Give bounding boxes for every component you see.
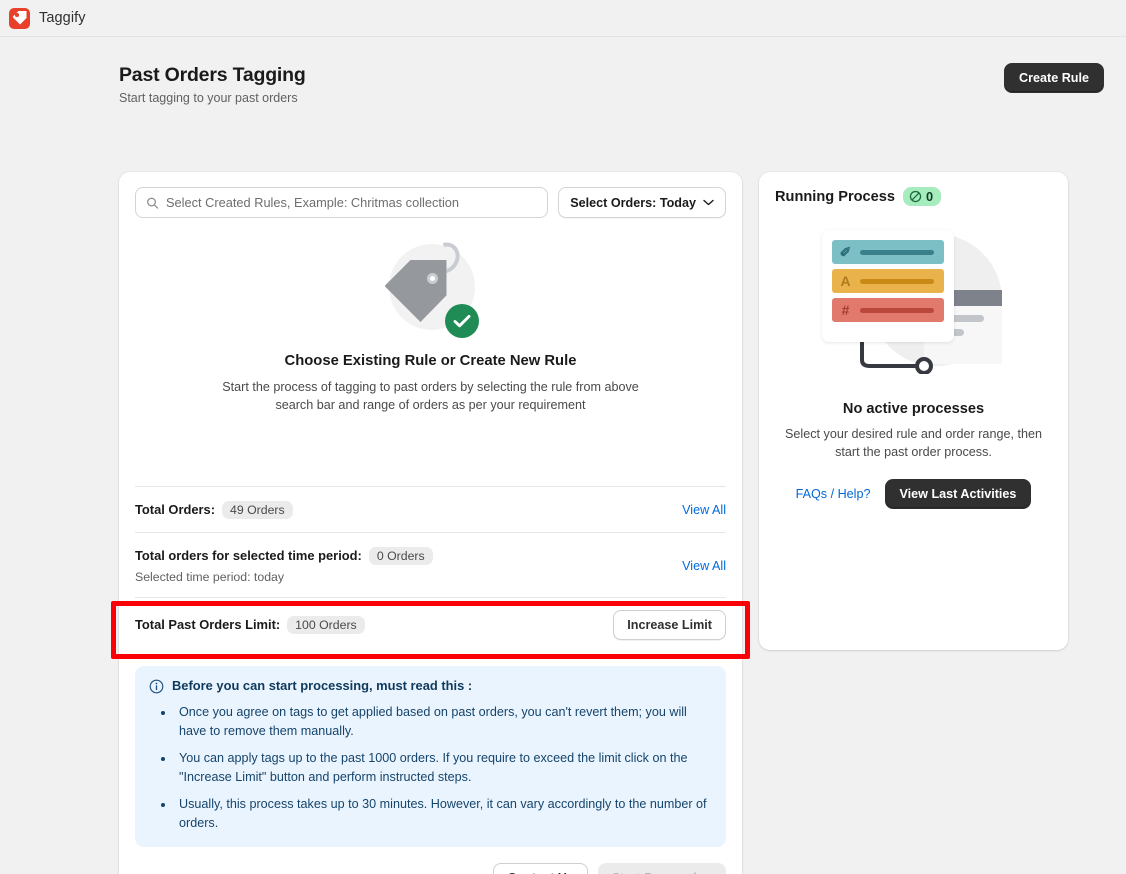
banner-list-item: Usually, this process takes up to 30 min… (175, 795, 712, 833)
total-orders-value: 49 Orders (221, 501, 293, 519)
brand-name: Taggify (39, 10, 86, 26)
banner-list: Once you agree on tags to get applied ba… (175, 703, 712, 833)
chevron-down-icon (703, 199, 714, 206)
side-empty-description: Select your desired rule and order range… (785, 427, 1042, 459)
contact-us-button[interactable]: Contact Us (493, 863, 588, 874)
tag-rules-card-illustration: ✐ A # (814, 222, 1014, 387)
tag-icon (9, 7, 30, 29)
total-orders-row: Total Orders: 49 Orders View All (135, 486, 726, 532)
running-process-badge: 0 (903, 187, 942, 206)
search-input[interactable] (166, 195, 548, 210)
select-orders-label: Select Orders: Today (570, 195, 696, 210)
page-title: Past Orders Tagging (119, 64, 306, 86)
period-orders-row: Total orders for selected time period: 0… (135, 532, 726, 597)
search-row: Select Orders: Today (119, 172, 742, 218)
eyedropper-icon: ✐ (839, 244, 852, 260)
start-processing-button[interactable]: Start Processing (597, 863, 726, 874)
card-actions: Contact Us Start Processing (119, 847, 742, 874)
banner-heading: Before you can start processing, must re… (149, 678, 712, 694)
period-orders-value: 0 Orders (368, 547, 433, 565)
empty-state-description: Start the process of tagging to past ord… (222, 380, 639, 412)
rule-row-text: A (831, 269, 944, 293)
view-last-activities-button[interactable]: View Last Activities (884, 479, 1032, 509)
total-orders-left: Total Orders: 49 Orders (135, 501, 293, 519)
past-orders-limit-value: 100 Orders (287, 616, 365, 634)
period-orders-left: Total orders for selected time period: 0… (135, 547, 433, 584)
running-process-title: Running Process (775, 188, 896, 205)
page-header-text: Past Orders Tagging Start tagging to you… (119, 63, 306, 106)
period-orders-label: Total orders for selected time period: (135, 548, 362, 563)
rule-row-tag: # (831, 298, 944, 322)
create-rule-button[interactable]: Create Rule (1004, 63, 1104, 93)
app-topbar: Taggify (0, 0, 1126, 37)
past-orders-limit-row: Total Past Orders Limit: 100 Orders Incr… (135, 597, 726, 652)
banner-list-item: Once you agree on tags to get applied ba… (175, 703, 712, 741)
letter-a-icon: A (840, 273, 851, 289)
empty-state-title: Choose Existing Rule or Create New Rule (284, 353, 577, 369)
banner-title: Before you can start processing, must re… (172, 678, 473, 693)
rule-row-bar (859, 249, 934, 255)
running-process-header: Running Process 0 (759, 172, 1068, 206)
period-orders-view-all-link[interactable]: View All (682, 559, 726, 573)
running-process-card: Running Process 0 ✐ A # No active proces… (759, 172, 1068, 650)
search-icon (147, 197, 159, 209)
rule-row-color: ✐ (831, 240, 944, 264)
rule-row-bar (859, 307, 934, 313)
increase-limit-button[interactable]: Increase Limit (613, 610, 726, 640)
past-orders-limit-left: Total Past Orders Limit: 100 Orders (135, 616, 365, 634)
rule-search-field[interactable] (135, 187, 549, 218)
past-orders-limit-label: Total Past Orders Limit: (135, 617, 281, 632)
select-orders-dropdown[interactable]: Select Orders: Today (558, 187, 726, 218)
total-orders-view-all-link[interactable]: View All (682, 503, 726, 517)
tag-with-check-illustration (381, 237, 481, 340)
processing-info-banner: Before you can start processing, must re… (135, 666, 726, 847)
past-orders-card: Select Orders: Today Choose Ex (111, 172, 750, 874)
side-actions: FAQs / Help? View Last Activities (759, 479, 1068, 509)
running-process-count: 0 (926, 189, 934, 204)
rule-row-bar (859, 278, 934, 284)
check-icon (444, 304, 479, 338)
faqs-help-link[interactable]: FAQs / Help? (796, 487, 871, 501)
page-subtitle: Start tagging to your past orders (119, 91, 298, 105)
page-header: Past Orders Tagging Start tagging to you… (119, 63, 1104, 106)
info-icon (149, 679, 164, 694)
stats-section: Total Orders: 49 Orders View All Total o… (111, 486, 750, 659)
side-empty-title: No active processes (842, 401, 985, 417)
total-orders-label: Total Orders: (135, 502, 215, 517)
rules-card: ✐ A # (821, 230, 954, 342)
empty-state: Choose Existing Rule or Create New Rule … (119, 218, 742, 414)
banner-list-item: You can apply tags up to the past 1000 o… (175, 749, 712, 787)
period-orders-sub: Selected time period: today (135, 570, 285, 584)
no-entry-icon (909, 190, 922, 203)
hash-icon: # (841, 302, 850, 318)
page-body: Past Orders Tagging Start tagging to you… (0, 37, 1126, 874)
